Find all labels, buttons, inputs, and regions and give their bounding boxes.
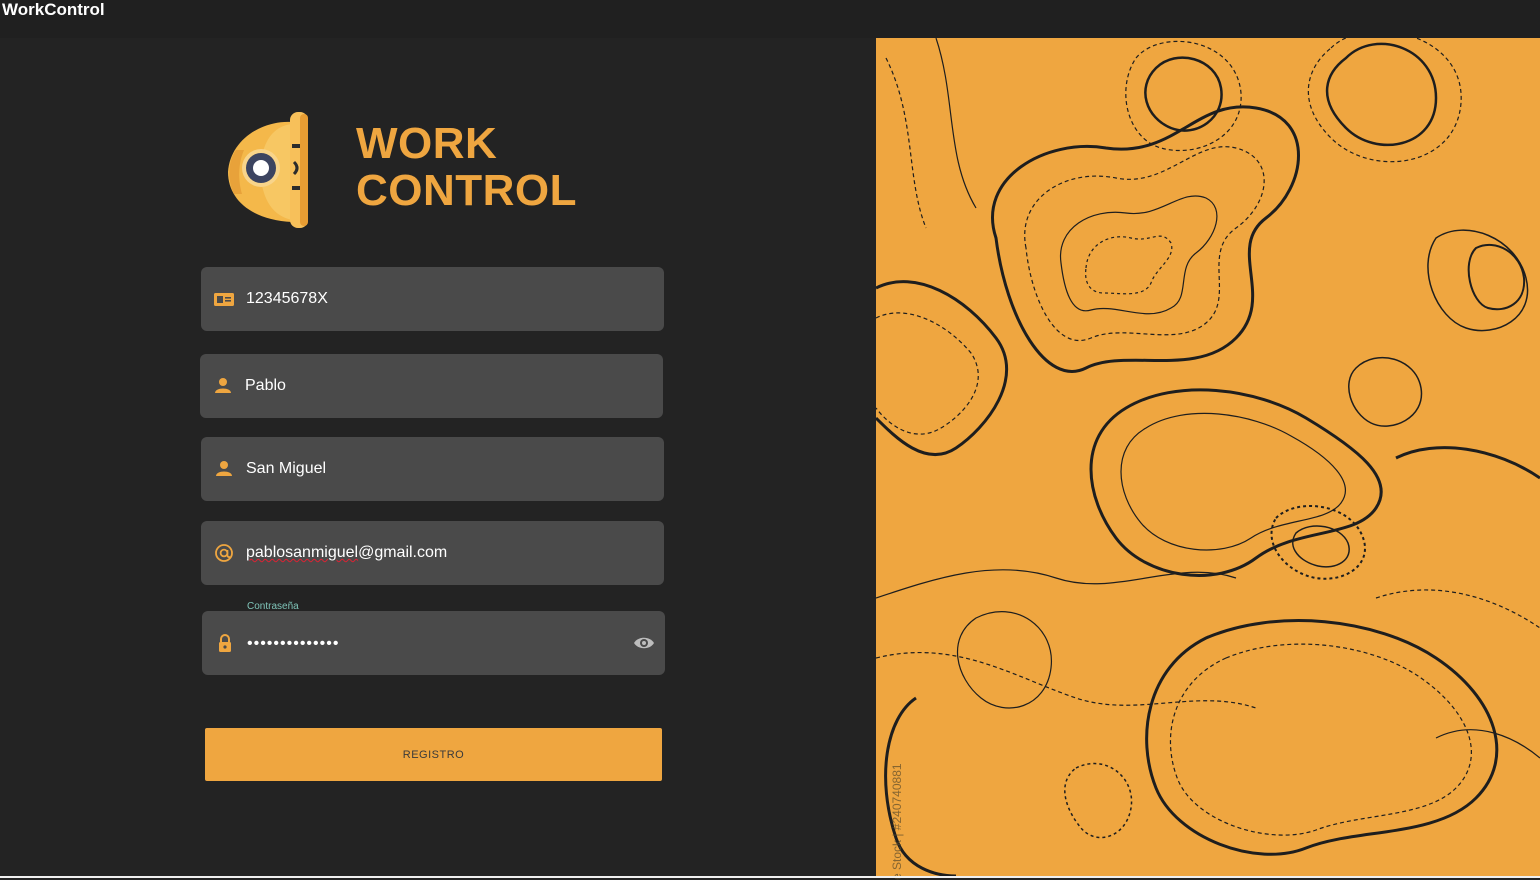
password-value: •••••••••••••• [247, 635, 340, 652]
app-title: WorkControl [2, 0, 105, 19]
register-button[interactable]: REGISTRO [205, 728, 662, 781]
last-name-value: San Miguel [246, 460, 327, 477]
person-icon [216, 461, 232, 476]
first-name-value: Pablo [245, 377, 286, 394]
password-field[interactable]: •••••••••••••• [202, 611, 665, 675]
email-field[interactable]: pablosanmiguel@gmail.com [201, 521, 664, 585]
title-bar: WorkControl [0, 0, 1540, 38]
email-domain-part: @gmail.com [358, 544, 448, 561]
brand-title: WORK CONTROL [356, 120, 577, 214]
helmet-logo-icon [228, 112, 308, 228]
id-card-icon [214, 293, 234, 306]
email-value: pablosanmiguel@gmail.com [246, 543, 447, 563]
at-icon [215, 544, 233, 562]
brand-line-1: WORK [356, 119, 498, 168]
first-name-field[interactable]: Pablo [200, 354, 663, 418]
email-user-part: pablosanmiguel [246, 544, 359, 561]
dni-field[interactable]: 12345678X [201, 267, 664, 331]
brand-line-2: CONTROL [356, 166, 578, 215]
topographic-pattern-image [876, 38, 1540, 876]
last-name-field[interactable]: San Miguel [201, 437, 664, 501]
eye-icon[interactable] [633, 633, 655, 653]
lock-icon [219, 634, 231, 652]
dni-value: 12345678X [246, 290, 328, 307]
watermark-text: e Stock | #240740881 [890, 763, 904, 880]
topographic-pattern-panel [876, 38, 1540, 876]
person-icon [215, 378, 231, 393]
